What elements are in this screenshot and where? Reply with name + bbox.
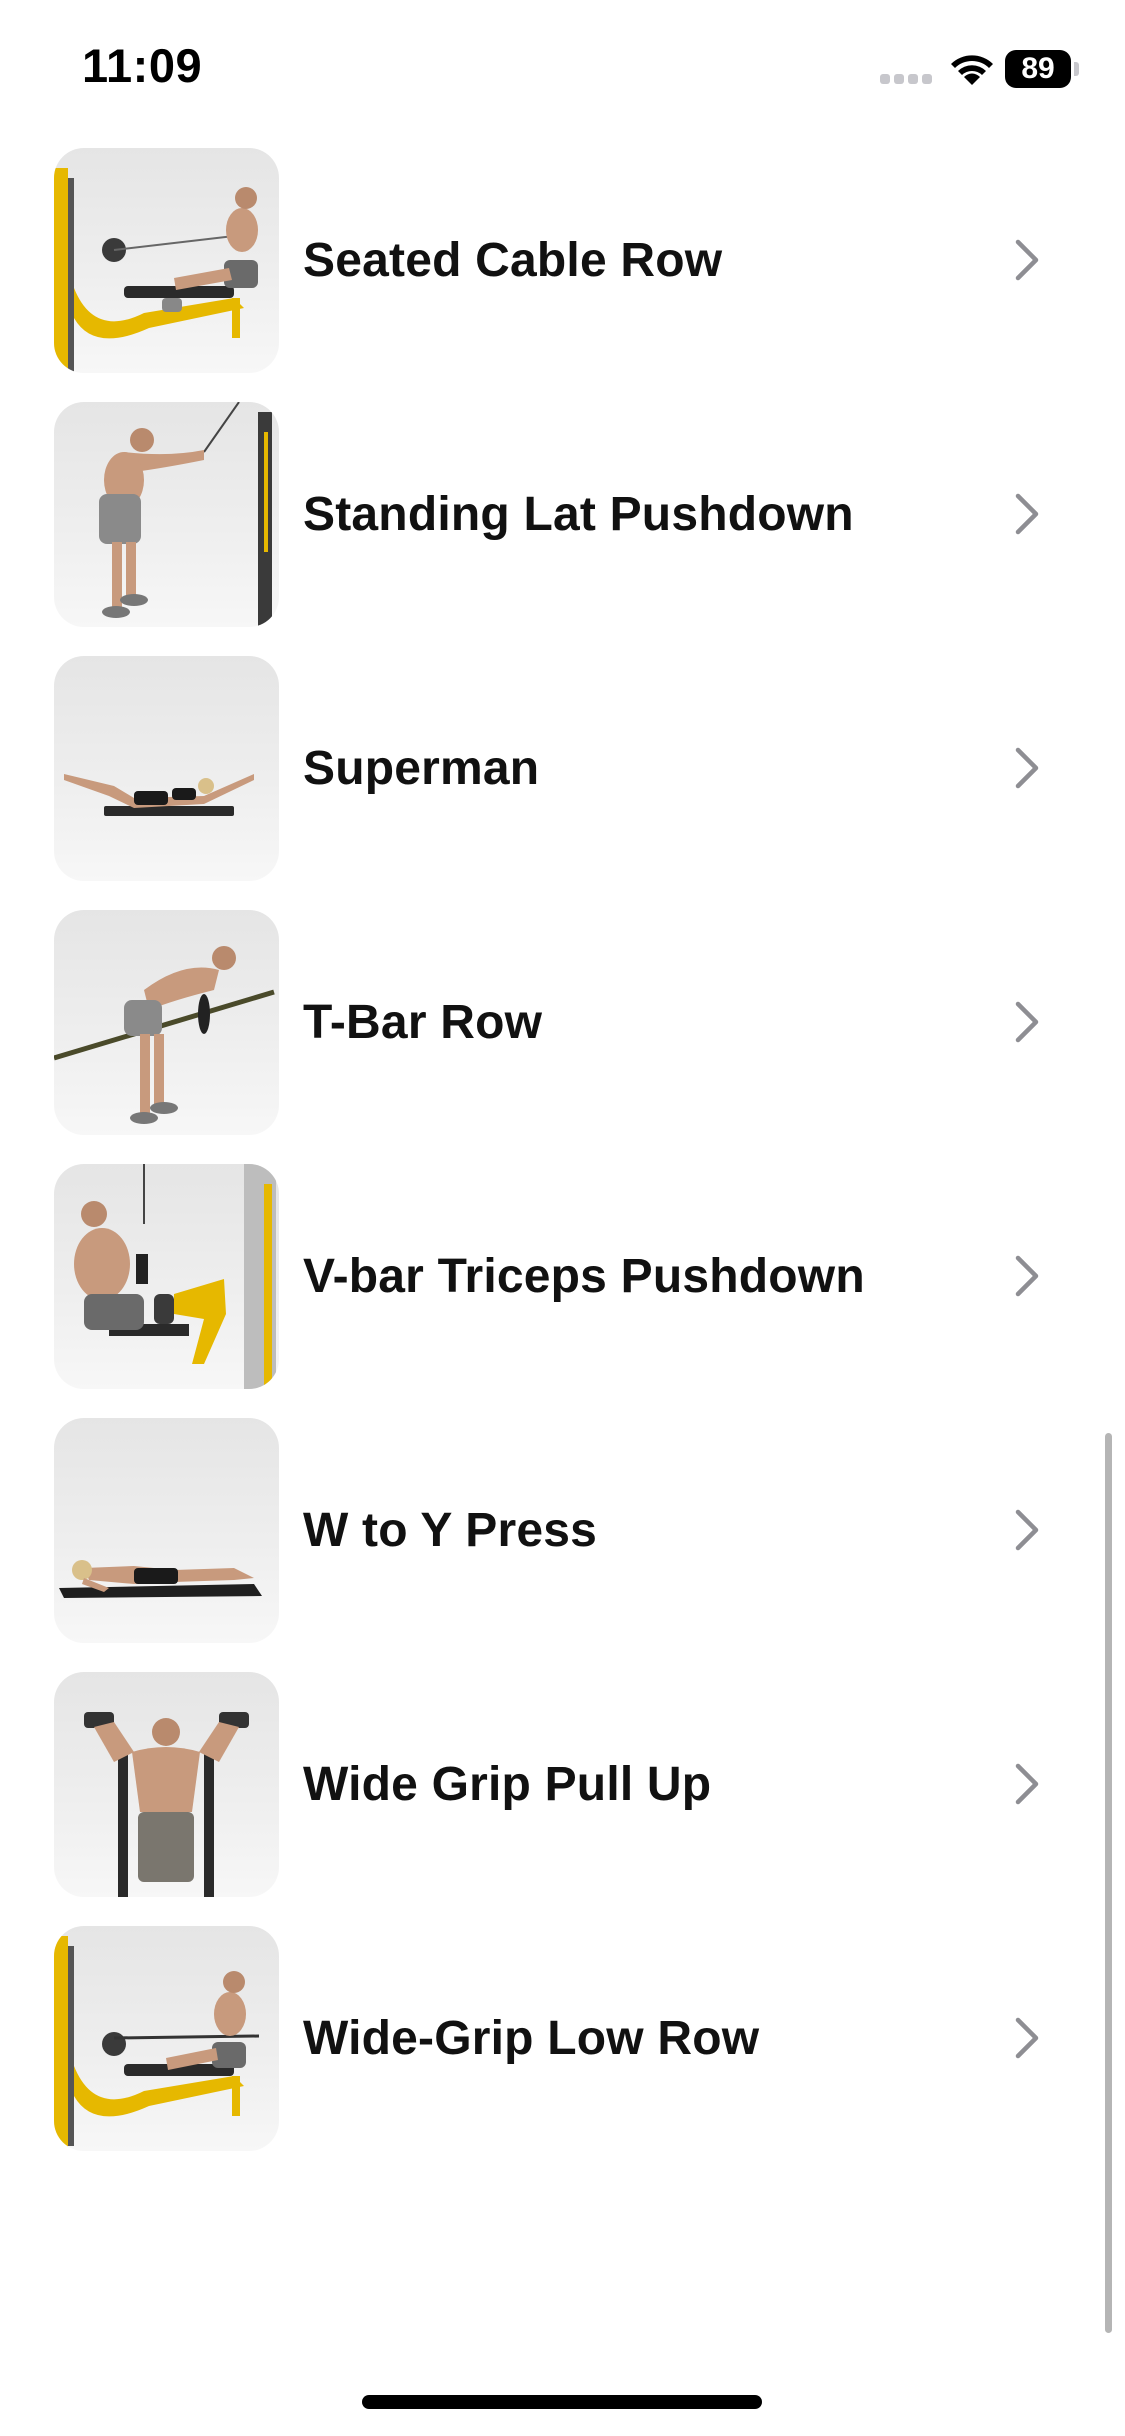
chevron-right-icon [1015,1509,1039,1551]
v-bar-triceps-pushdown-thumbnail [54,1164,279,1389]
chevron-right-icon [1015,1763,1039,1805]
exercise-row-w-to-y-press[interactable]: W to Y Press [0,1418,1125,1644]
chevron-right-icon [1015,1255,1039,1297]
chevron-right-icon [1015,2017,1039,2059]
exercise-name: V-bar Triceps Pushdown [303,1250,865,1303]
scroll-indicator[interactable] [1105,1433,1112,2333]
w-to-y-press-thumbnail [54,1418,279,1643]
status-bar: 11:09 89 [0,0,1125,140]
chevron-right-icon [1015,239,1039,281]
exercise-row-t-bar-row[interactable]: T-Bar Row [0,910,1125,1136]
exercise-row-wide-grip-low-row[interactable]: Wide-Grip Low Row [0,1926,1125,2152]
wide-grip-low-row-thumbnail [54,1926,279,2151]
exercise-name: Wide-Grip Low Row [303,2012,760,2065]
battery-icon: 89 [1005,50,1071,88]
exercise-name: Superman [303,742,540,795]
seated-cable-row-thumbnail [54,148,279,373]
chevron-right-icon [1015,1001,1039,1043]
chevron-right-icon [1015,747,1039,789]
wifi-icon [951,55,993,85]
exercise-name: Wide Grip Pull Up [303,1758,712,1811]
exercise-row-seated-cable-row[interactable]: Seated Cable Row [0,148,1125,374]
battery-cap [1074,62,1079,76]
exercise-row-standing-lat-pushdown[interactable]: Standing Lat Pushdown [0,402,1125,628]
exercise-name: W to Y Press [303,1504,598,1557]
t-bar-row-thumbnail [54,910,279,1135]
cell-signal-icon [880,74,932,84]
status-time: 11:09 [82,39,203,92]
superman-thumbnail [54,656,279,881]
standing-lat-pushdown-thumbnail [54,402,279,627]
exercise-row-wide-grip-pull-up[interactable]: Wide Grip Pull Up [0,1672,1125,1898]
exercise-name: Standing Lat Pushdown [303,488,854,541]
exercise-name: Seated Cable Row [303,234,723,287]
exercise-name: T-Bar Row [303,996,543,1049]
home-indicator[interactable] [362,2395,762,2409]
wide-grip-pull-up-thumbnail [54,1672,279,1897]
chevron-right-icon [1015,493,1039,535]
exercise-row-v-bar-triceps-pushdown[interactable]: V-bar Triceps Pushdown [0,1164,1125,1390]
exercise-row-superman[interactable]: Superman [0,656,1125,882]
